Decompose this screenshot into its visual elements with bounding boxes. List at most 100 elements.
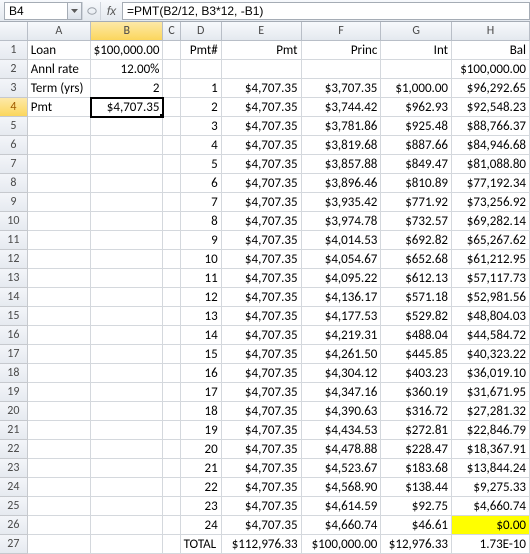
cell-F6[interactable]: $3,819.68 [302,136,382,155]
cell-B8[interactable] [91,174,163,193]
cell-D23[interactable]: 21 [181,459,222,478]
cell-C12[interactable] [163,250,180,269]
cell-G21[interactable]: $272.81 [381,421,452,440]
cell-A1[interactable]: Loan [28,41,91,60]
cell-G6[interactable]: $887.66 [381,136,452,155]
row-header-24[interactable]: 24 [0,478,28,497]
cell-G9[interactable]: $771.92 [381,193,452,212]
row-header-13[interactable]: 13 [0,269,28,288]
cell-E25[interactable]: $4,707.35 [222,497,302,516]
cell-F23[interactable]: $4,523.67 [302,459,382,478]
cell-C9[interactable] [163,193,180,212]
cell-F12[interactable]: $4,054.67 [302,250,382,269]
col-header-B[interactable]: B [91,22,163,41]
cell-E16[interactable]: $4,707.35 [222,326,302,345]
row-header-2[interactable]: 2 [0,60,28,79]
cell-A13[interactable] [28,269,91,288]
col-header-D[interactable]: D [181,22,222,41]
cell-F11[interactable]: $4,014.53 [302,231,382,250]
cell-E19[interactable]: $4,707.35 [222,383,302,402]
cell-F7[interactable]: $3,857.88 [302,155,382,174]
col-header-C[interactable]: C [163,22,180,41]
cell-F14[interactable]: $4,136.17 [302,288,382,307]
col-header-F[interactable]: F [302,22,382,41]
cell-A22[interactable] [28,440,91,459]
row-header-7[interactable]: 7 [0,155,28,174]
cell-B27[interactable] [91,535,163,554]
cell-D15[interactable]: 13 [181,307,222,326]
cell-D9[interactable]: 7 [181,193,222,212]
cell-F21[interactable]: $4,434.53 [302,421,382,440]
cell-A2[interactable]: Annl rate [28,60,91,79]
cell-C27[interactable] [163,535,180,554]
cell-A12[interactable] [28,250,91,269]
cell-B5[interactable] [91,117,163,136]
cell-A20[interactable] [28,402,91,421]
cell-G19[interactable]: $360.19 [381,383,452,402]
cell-D17[interactable]: 15 [181,345,222,364]
cell-G26[interactable]: $46.61 [381,516,452,535]
cell-E17[interactable]: $4,707.35 [222,345,302,364]
cell-B15[interactable] [91,307,163,326]
cell-G5[interactable]: $925.48 [381,117,452,136]
cell-F19[interactable]: $4,347.16 [302,383,382,402]
cell-C3[interactable] [163,79,180,98]
cell-C10[interactable] [163,212,180,231]
cell-C26[interactable] [163,516,180,535]
cell-D12[interactable]: 10 [181,250,222,269]
cell-G16[interactable]: $488.04 [381,326,452,345]
cell-E21[interactable]: $4,707.35 [222,421,302,440]
cell-A10[interactable] [28,212,91,231]
cell-B10[interactable] [91,212,163,231]
cell-G27[interactable]: $12,976.33 [381,535,452,554]
cell-G25[interactable]: $92.75 [381,497,452,516]
cell-C19[interactable] [163,383,180,402]
row-header-9[interactable]: 9 [0,193,28,212]
cell-H24[interactable]: $9,275.33 [452,478,530,497]
cell-G8[interactable]: $810.89 [381,174,452,193]
cell-H8[interactable]: $77,192.34 [452,174,530,193]
cell-D13[interactable]: 11 [181,269,222,288]
cell-E22[interactable]: $4,707.35 [222,440,302,459]
cell-D26[interactable]: 24 [181,516,222,535]
cell-G24[interactable]: $138.44 [381,478,452,497]
cell-C15[interactable] [163,307,180,326]
row-header-5[interactable]: 5 [0,117,28,136]
cell-B25[interactable] [91,497,163,516]
cell-A16[interactable] [28,326,91,345]
cell-D2[interactable] [181,60,222,79]
name-box[interactable] [4,2,68,20]
cell-H15[interactable]: $48,804.03 [452,307,530,326]
cell-F24[interactable]: $4,568.90 [302,478,382,497]
cell-E7[interactable]: $4,707.35 [222,155,302,174]
cell-E20[interactable]: $4,707.35 [222,402,302,421]
cell-H25[interactable]: $4,660.74 [452,497,530,516]
cell-H9[interactable]: $73,256.92 [452,193,530,212]
cell-H26[interactable]: $0.00 [452,516,530,535]
row-header-15[interactable]: 15 [0,307,28,326]
cell-A26[interactable] [28,516,91,535]
cell-A9[interactable] [28,193,91,212]
cell-H5[interactable]: $88,766.37 [452,117,530,136]
cell-A21[interactable] [28,421,91,440]
cell-E9[interactable]: $4,707.35 [222,193,302,212]
cell-B12[interactable] [91,250,163,269]
cell-B16[interactable] [91,326,163,345]
cell-B13[interactable] [91,269,163,288]
cell-H18[interactable]: $36,019.10 [452,364,530,383]
cell-H4[interactable]: $92,548.23 [452,98,530,117]
row-header-10[interactable]: 10 [0,212,28,231]
cell-G1[interactable]: Int [381,41,452,60]
cell-E4[interactable]: $4,707.35 [222,98,302,117]
cell-C21[interactable] [163,421,180,440]
row-header-21[interactable]: 21 [0,421,28,440]
cell-G22[interactable]: $228.47 [381,440,452,459]
cell-A7[interactable] [28,155,91,174]
cell-G13[interactable]: $612.13 [381,269,452,288]
cell-A11[interactable] [28,231,91,250]
cell-F25[interactable]: $4,614.59 [302,497,382,516]
cell-G18[interactable]: $403.23 [381,364,452,383]
cell-G3[interactable]: $1,000.00 [381,79,452,98]
cell-A15[interactable] [28,307,91,326]
cell-F10[interactable]: $3,974.78 [302,212,382,231]
